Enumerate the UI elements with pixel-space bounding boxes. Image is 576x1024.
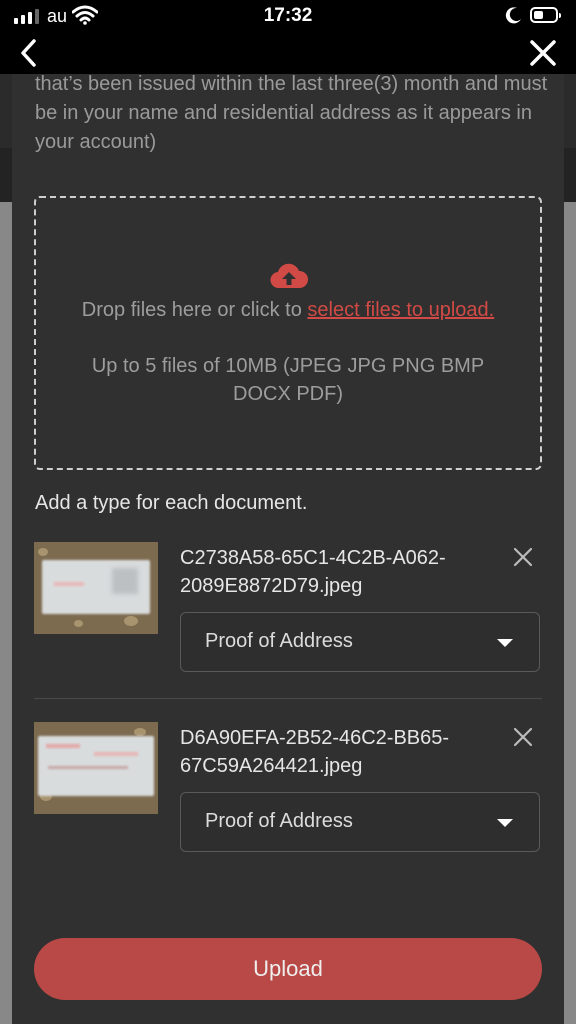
cloud-upload-icon [270,263,309,289]
document-thumbnail [34,722,158,814]
background-gray-margin-right [564,202,576,1024]
close-icon[interactable] [526,36,560,70]
dropzone-prompt: Drop files here or click to select files… [76,296,500,324]
dropzone-limits-text: Up to 5 files of 10MB (JPEG JPG PNG BMP … [91,355,485,405]
select-files-link[interactable]: select files to upload. [307,299,494,321]
status-time: 17:32 [263,5,313,26]
navigation-bar [0,34,576,74]
dropdown-caret-icon [497,639,513,647]
document-thumbnail [34,542,158,634]
dropzone-prompt-text: Drop files here or click to [81,299,308,321]
battery-icon [530,7,561,23]
remove-document-icon[interactable] [512,726,534,748]
upload-modal: that’s been issued within the last three… [12,73,564,1024]
upload-button[interactable]: Upload [34,938,542,1000]
background-gray-margin-left [0,202,12,1024]
document-type-select[interactable]: Proof of Address [180,612,540,672]
status-bar: au 17:32 [0,0,576,34]
document-type-value: Proof of Address [205,630,353,652]
do-not-disturb-moon-icon [505,7,521,24]
document-divider [34,698,542,699]
remove-document-icon[interactable] [512,546,534,568]
document-type-value: Proof of Address [205,810,353,832]
document-instruction-text: that’s been issued within the last three… [35,73,548,153]
type-hint-text: Add a type for each document. [35,492,308,514]
dropdown-caret-icon [497,819,513,827]
document-type-select[interactable]: Proof of Address [180,792,540,852]
document-filename: D6A90EFA-2B52-46C2-BB65-67C59A264421.jpe… [180,727,450,777]
document-filename: C2738A58-65C1-4C2B-A062-2089E8872D79.jpe… [180,547,446,597]
chevron-left-icon[interactable] [14,36,48,70]
file-dropzone[interactable]: Drop files here or click to select files… [34,196,542,470]
